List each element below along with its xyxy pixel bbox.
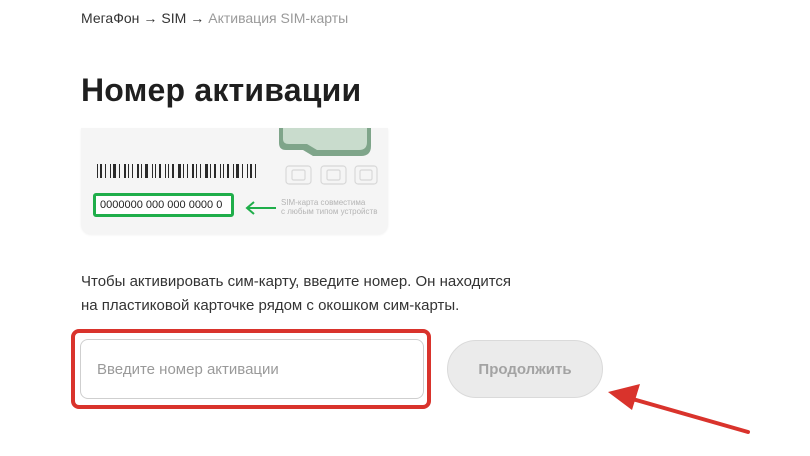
breadcrumb-current: Активация SIM-карты: [208, 10, 349, 26]
arrow-left-icon: [245, 201, 276, 215]
instruction-text: Чтобы активировать сим-карту, введите но…: [81, 270, 551, 318]
instruction-line: на пластиковой карточке рядом с окошком …: [81, 297, 460, 314]
activation-number-input[interactable]: [80, 339, 424, 399]
sim-card-graphic: [97, 128, 378, 215]
compatibility-line: SIM-карта совместима: [281, 198, 366, 207]
activation-number-sample: 0000000 000 000 0000 0: [93, 193, 234, 217]
annotation-arrow-icon: [608, 384, 750, 434]
instruction-line: Чтобы активировать сим-карту, введите но…: [81, 273, 512, 290]
compatibility-line: с любым типом устройств: [281, 207, 378, 216]
breadcrumb-separator: →: [190, 10, 205, 26]
compatibility-note: SIM-карта совместима с любым типом устро…: [281, 198, 388, 216]
breadcrumb: МегаФон → SIM → Активация SIM-карты: [81, 10, 348, 26]
page-title: Номер активации: [81, 72, 362, 108]
breadcrumb-separator: →: [143, 10, 158, 26]
continue-button[interactable]: Продолжить: [447, 340, 603, 398]
breadcrumb-link-megafon[interactable]: МегаФон: [81, 10, 139, 26]
breadcrumb-link-sim[interactable]: SIM: [161, 10, 186, 26]
sim-card-illustration: 0000000 000 000 0000 0 SIM-карта совмест…: [81, 128, 388, 234]
